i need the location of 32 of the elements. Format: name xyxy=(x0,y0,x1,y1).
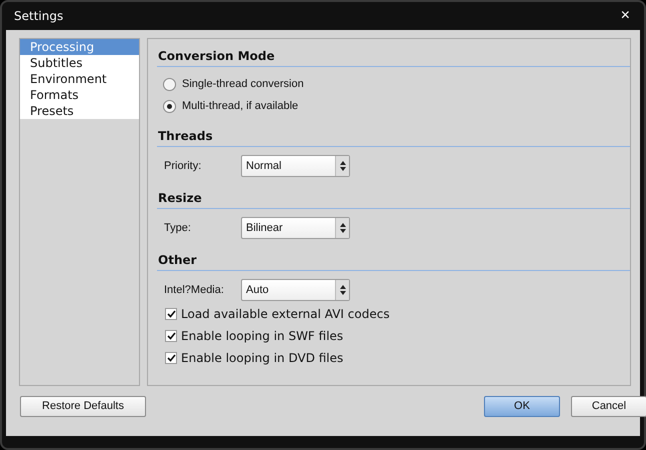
sidebar-item[interactable]: Environment xyxy=(20,71,139,87)
checkbox[interactable] xyxy=(165,308,177,320)
sidebar-item[interactable]: Formats xyxy=(20,87,139,103)
field-label: Priority: xyxy=(164,158,202,174)
spin-arrows-icon xyxy=(340,223,346,233)
sidebar-item[interactable]: Subtitles xyxy=(20,55,139,71)
section-title: Other xyxy=(157,249,630,271)
checkbox-label: Enable looping in DVD files xyxy=(181,350,344,367)
dropdown[interactable]: Normal xyxy=(241,155,350,177)
window-title: Settings xyxy=(14,8,64,25)
checkbox-label: Enable looping in SWF files xyxy=(181,328,344,345)
radio-button[interactable] xyxy=(163,100,176,112)
checkbox[interactable] xyxy=(165,352,177,364)
radio-label: Single-thread conversion xyxy=(182,76,304,92)
spin-arrows-icon xyxy=(340,285,346,295)
section-title: Threads xyxy=(157,125,630,147)
radio-button[interactable] xyxy=(163,78,176,90)
checkbox[interactable] xyxy=(165,330,177,342)
field-label: Intel?Media: xyxy=(164,282,225,298)
dialog-button[interactable]: Cancel xyxy=(571,396,646,416)
dropdown[interactable]: Auto xyxy=(241,279,350,301)
checkbox-label: Load available external AVI codecs xyxy=(181,306,390,323)
section-title: Conversion Mode xyxy=(157,45,630,67)
section-title: Resize xyxy=(157,187,630,209)
dialog-button[interactable]: OK xyxy=(484,396,560,416)
close-button[interactable]: × xyxy=(616,8,634,24)
dialog-button[interactable]: Restore Defaults xyxy=(20,396,146,416)
spin-arrows-icon xyxy=(340,161,346,171)
dropdown[interactable]: Bilinear xyxy=(241,217,350,239)
radio-label: Multi-thread, if available xyxy=(182,98,298,114)
sidebar-item[interactable]: Presets xyxy=(20,103,139,119)
field-label: Type: xyxy=(164,220,192,236)
